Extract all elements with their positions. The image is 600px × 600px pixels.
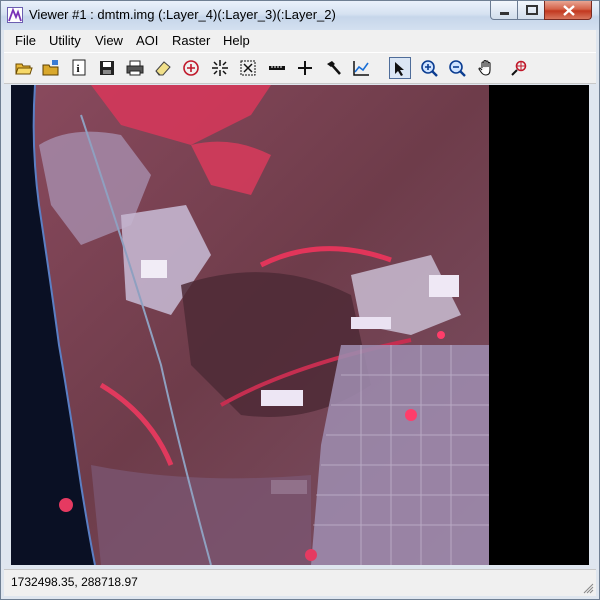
title-bar[interactable]: Viewer #1 : dmtm.img (:Layer_4)(:Layer_3… — [1, 1, 599, 30]
open-layer-icon — [42, 60, 59, 76]
ruler-button[interactable] — [266, 57, 288, 79]
pan-hand-icon — [478, 59, 491, 76]
print-icon — [126, 60, 144, 76]
open-layer-button[interactable] — [40, 57, 62, 79]
hammer-button[interactable] — [322, 57, 344, 79]
menu-view[interactable]: View — [95, 33, 123, 48]
close-icon — [563, 5, 575, 16]
close-button[interactable] — [544, 1, 592, 20]
maximize-icon — [526, 5, 538, 15]
fit-icon — [240, 60, 256, 76]
save-button[interactable] — [96, 57, 118, 79]
crosshair-icon — [212, 60, 228, 76]
menu-aoi[interactable]: AOI — [136, 33, 158, 48]
menu-file[interactable]: File — [15, 33, 36, 48]
hammer-icon — [327, 61, 341, 75]
select-button[interactable] — [389, 57, 411, 79]
inquire-icon — [511, 60, 527, 76]
zoom-out-button[interactable] — [446, 57, 468, 79]
maximize-button[interactable] — [517, 1, 545, 20]
chart-icon — [353, 61, 369, 76]
link-button[interactable] — [180, 57, 202, 79]
info-icon: i — [72, 59, 86, 76]
zoom-out-icon — [449, 60, 466, 77]
svg-text:i: i — [77, 63, 80, 75]
fit-button[interactable] — [237, 57, 259, 79]
toolbar: i — [4, 52, 596, 84]
coordinate-readout: 1732498.35, 288718.97 — [11, 575, 138, 589]
menu-raster[interactable]: Raster — [172, 33, 210, 48]
resize-grip-icon[interactable] — [582, 582, 594, 594]
menu-bar: File Utility View AOI Raster Help — [4, 30, 596, 52]
save-icon — [100, 61, 114, 75]
window-title: Viewer #1 : dmtm.img (:Layer_4)(:Layer_3… — [29, 7, 336, 22]
status-bar: 1732498.35, 288718.97 — [4, 569, 596, 596]
image-viewport[interactable] — [11, 85, 589, 565]
plus-button[interactable] — [294, 57, 316, 79]
minimize-button[interactable] — [490, 1, 518, 20]
menu-help[interactable]: Help — [223, 33, 250, 48]
ruler-icon — [269, 66, 285, 70]
select-arrow-icon — [395, 62, 404, 76]
link-icon — [183, 60, 199, 76]
menu-utility[interactable]: Utility — [49, 33, 81, 48]
info-button[interactable]: i — [68, 57, 90, 79]
minimize-icon — [500, 12, 509, 15]
chart-button[interactable] — [350, 57, 372, 79]
app-icon — [7, 7, 23, 23]
pan-button[interactable] — [475, 57, 497, 79]
print-button[interactable] — [124, 57, 146, 79]
open-folder-icon — [15, 63, 33, 75]
inquire-button[interactable] — [508, 57, 530, 79]
plus-icon — [298, 61, 312, 75]
open-button[interactable] — [13, 57, 35, 79]
viewer-window: Viewer #1 : dmtm.img (:Layer_4)(:Layer_3… — [0, 0, 600, 600]
eraser-icon — [155, 61, 171, 76]
eraser-button[interactable] — [152, 57, 174, 79]
crosshair-button[interactable] — [209, 57, 231, 79]
zoom-in-button[interactable] — [418, 57, 440, 79]
zoom-in-icon — [421, 60, 438, 77]
satellite-image[interactable] — [11, 85, 489, 565]
